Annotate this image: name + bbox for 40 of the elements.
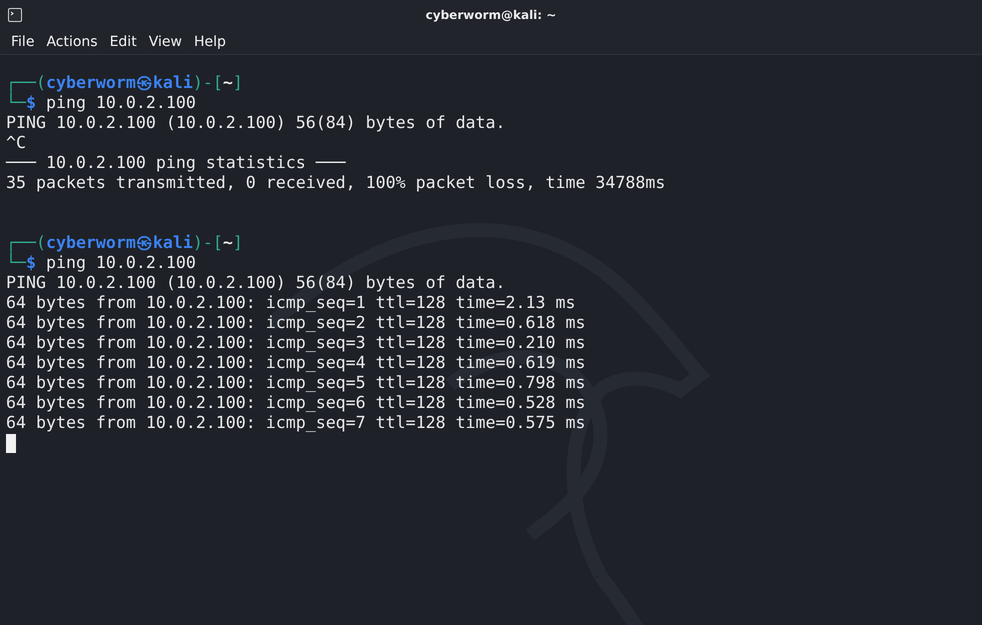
- output-line: 64 bytes from 10.0.2.100: icmp_seq=7 ttl=128 time=0.575 ms: [6, 413, 586, 433]
- output-line: 64 bytes from 10.0.2.100: icmp_seq=3 ttl=128 time=0.210 ms: [6, 333, 586, 353]
- prompt-frame: )-[: [192, 233, 223, 253]
- output-line: PING 10.0.2.100 (10.0.2.100) 56(84) bytes of data.: [6, 273, 506, 293]
- prompt-frame: ┌──(: [6, 73, 46, 93]
- menu-item[interactable]: View: [142, 32, 188, 52]
- prompt-frame: ]: [232, 233, 243, 253]
- command-text: ping 10.0.2.100: [44, 253, 196, 273]
- output-line: 64 bytes from 10.0.2.100: icmp_seq=1 ttl=128 time=2.13 ms: [6, 293, 576, 313]
- output-line: ^C: [6, 133, 26, 153]
- window-title: cyberworm@kali: ~: [426, 8, 556, 22]
- menu-item[interactable]: File: [5, 32, 40, 52]
- output-line: ─── 10.0.2.100 ping statistics ───: [6, 153, 346, 173]
- prompt-sign: $: [26, 93, 36, 113]
- menu-item[interactable]: Help: [188, 32, 232, 52]
- prompt-directory: ~: [222, 73, 233, 93]
- command-text: ping 10.0.2.100: [44, 93, 196, 113]
- prompt-host: kali: [152, 73, 193, 93]
- prompt-frame: └─: [6, 93, 26, 113]
- menu-item[interactable]: Edit: [104, 32, 143, 52]
- output-line: 64 bytes from 10.0.2.100: icmp_seq=4 ttl=128 time=0.619 ms: [6, 353, 586, 373]
- output-line: 64 bytes from 10.0.2.100: icmp_seq=6 ttl=128 time=0.528 ms: [6, 393, 586, 413]
- menu-item[interactable]: Actions: [40, 32, 104, 52]
- prompt-frame: ┌──(: [6, 233, 46, 253]
- prompt-host: kali: [152, 233, 193, 253]
- prompt-user: cyberworm: [46, 73, 136, 93]
- prompt-frame: ]: [232, 73, 243, 93]
- output-line: PING 10.0.2.100 (10.0.2.100) 56(84) bytes of data.: [6, 113, 506, 133]
- prompt-frame: )-[: [192, 73, 223, 93]
- prompt-user: cyberworm: [46, 233, 136, 253]
- terminal-icon: [8, 8, 22, 22]
- prompt-sign: $: [26, 253, 36, 273]
- prompt-symbol: ㉿: [136, 73, 153, 93]
- output-line: 35 packets transmitted, 0 received, 100% packet loss, time 34788ms: [6, 173, 666, 193]
- prompt-frame: └─: [6, 253, 26, 273]
- prompt-directory: ~: [222, 233, 233, 253]
- prompt-symbol: ㉿: [136, 233, 153, 253]
- text-cursor: [6, 434, 16, 452]
- output-line: 64 bytes from 10.0.2.100: icmp_seq=2 ttl=128 time=0.618 ms: [6, 313, 586, 333]
- output-line: 64 bytes from 10.0.2.100: icmp_seq=5 ttl=128 time=0.798 ms: [6, 373, 586, 393]
